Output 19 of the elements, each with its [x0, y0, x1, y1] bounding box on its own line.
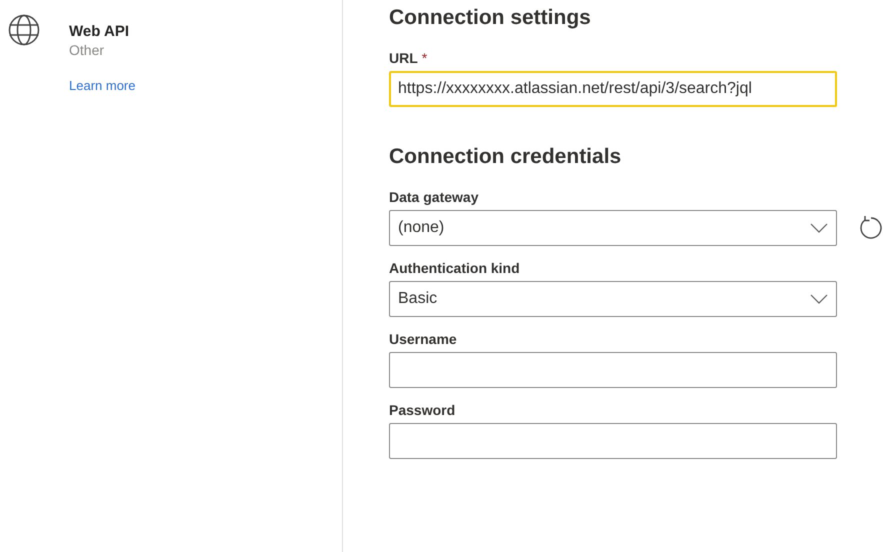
input-field[interactable] — [389, 352, 837, 388]
connector-category: Other — [69, 41, 106, 60]
field-label: Password — [389, 401, 456, 419]
required-mark: * — [422, 49, 428, 67]
learn-more-link[interactable]: Learn more — [69, 78, 136, 93]
field-label: Authentication kind — [389, 259, 520, 277]
input-field[interactable] — [389, 423, 837, 459]
chevron-down-icon — [810, 294, 828, 304]
field-label: Data gateway — [389, 188, 478, 206]
dropdown[interactable]: Basic — [389, 281, 837, 317]
section-heading: Connection credentials — [389, 144, 622, 170]
globe-icon — [8, 14, 40, 46]
chevron-down-icon — [810, 223, 828, 233]
input-field[interactable]: https://xxxxxxxx.atlassian.net/rest/api/3/search?jql — [389, 71, 837, 107]
dropdown[interactable]: (none) — [389, 210, 837, 246]
field-label: URL — [389, 49, 418, 67]
connector-title: Web API — [69, 22, 130, 41]
section-heading: Connection settings — [389, 5, 592, 31]
field-label: Username — [389, 330, 457, 348]
